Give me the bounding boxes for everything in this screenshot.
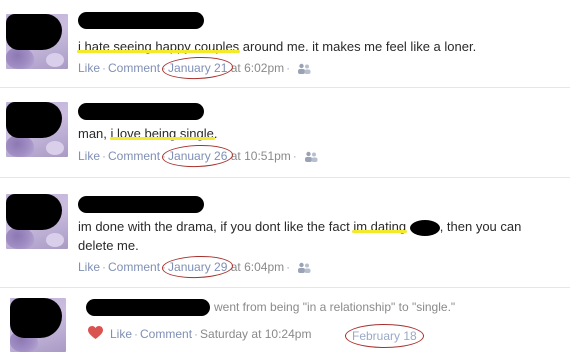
post-4: went from being "in a relationship" to "… bbox=[0, 288, 570, 352]
avatar[interactable] bbox=[6, 102, 68, 157]
highlighted-text: i hate seeing happy couples bbox=[78, 39, 240, 54]
comment-link[interactable]: Comment bbox=[108, 61, 160, 75]
redacted-name-blob bbox=[409, 219, 440, 236]
people-icon bbox=[298, 64, 311, 75]
post-text: man, i love being single. bbox=[78, 126, 218, 141]
post-date[interactable]: January 29 bbox=[168, 260, 227, 274]
post-time: at 6:02pm bbox=[230, 61, 285, 75]
avatar[interactable] bbox=[6, 14, 68, 69]
post-time: Saturday at 10:24pm bbox=[200, 327, 312, 341]
post-3: im done with the drama, if you dont like… bbox=[0, 178, 570, 288]
post-time: at 6:04pm bbox=[230, 260, 285, 274]
highlighted-text: i love being single bbox=[110, 126, 214, 141]
avatar[interactable] bbox=[10, 298, 66, 352]
post-text: im done with the drama, if you dont like… bbox=[78, 219, 522, 253]
post-time: at 10:51pm bbox=[230, 149, 291, 163]
post-meta: Like · Comment · January 26 at 10:51pm · bbox=[78, 149, 318, 163]
redacted-name bbox=[86, 299, 210, 316]
comment-link[interactable]: Comment bbox=[108, 260, 160, 274]
story-text: went from being "in a relationship" to "… bbox=[214, 300, 456, 314]
comment-link[interactable]: Comment bbox=[140, 327, 192, 341]
redacted-name bbox=[78, 196, 204, 213]
post-date[interactable]: January 21 bbox=[168, 61, 227, 75]
like-link[interactable]: Like bbox=[110, 327, 132, 341]
post-2: man, i love being single. Like · Comment · J… bbox=[0, 88, 570, 178]
avatar[interactable] bbox=[6, 194, 68, 249]
redacted-name bbox=[78, 103, 204, 120]
people-icon bbox=[305, 152, 318, 163]
post-meta: Like · Comment · Saturday at 10:24pm bbox=[110, 327, 312, 341]
post-date[interactable]: January 26 bbox=[168, 149, 227, 163]
highlighted-text: im dating bbox=[353, 219, 407, 234]
post-meta: Like · Comment · January 29 at 6:04pm · bbox=[78, 260, 311, 274]
people-icon bbox=[298, 263, 311, 274]
heart-icon bbox=[88, 326, 103, 339]
date-annotation: February 18 bbox=[345, 324, 424, 348]
like-link[interactable]: Like bbox=[78, 149, 100, 163]
like-link[interactable]: Like bbox=[78, 61, 100, 75]
comment-link[interactable]: Comment bbox=[108, 149, 160, 163]
redacted-name bbox=[78, 12, 204, 29]
post-meta: Like · Comment · January 21 at 6:02pm · bbox=[78, 61, 311, 75]
post-text: i hate seeing happy couples around me. i… bbox=[78, 39, 477, 54]
like-link[interactable]: Like bbox=[78, 260, 100, 274]
post-1: i hate seeing happy couples around me. i… bbox=[0, 0, 570, 88]
